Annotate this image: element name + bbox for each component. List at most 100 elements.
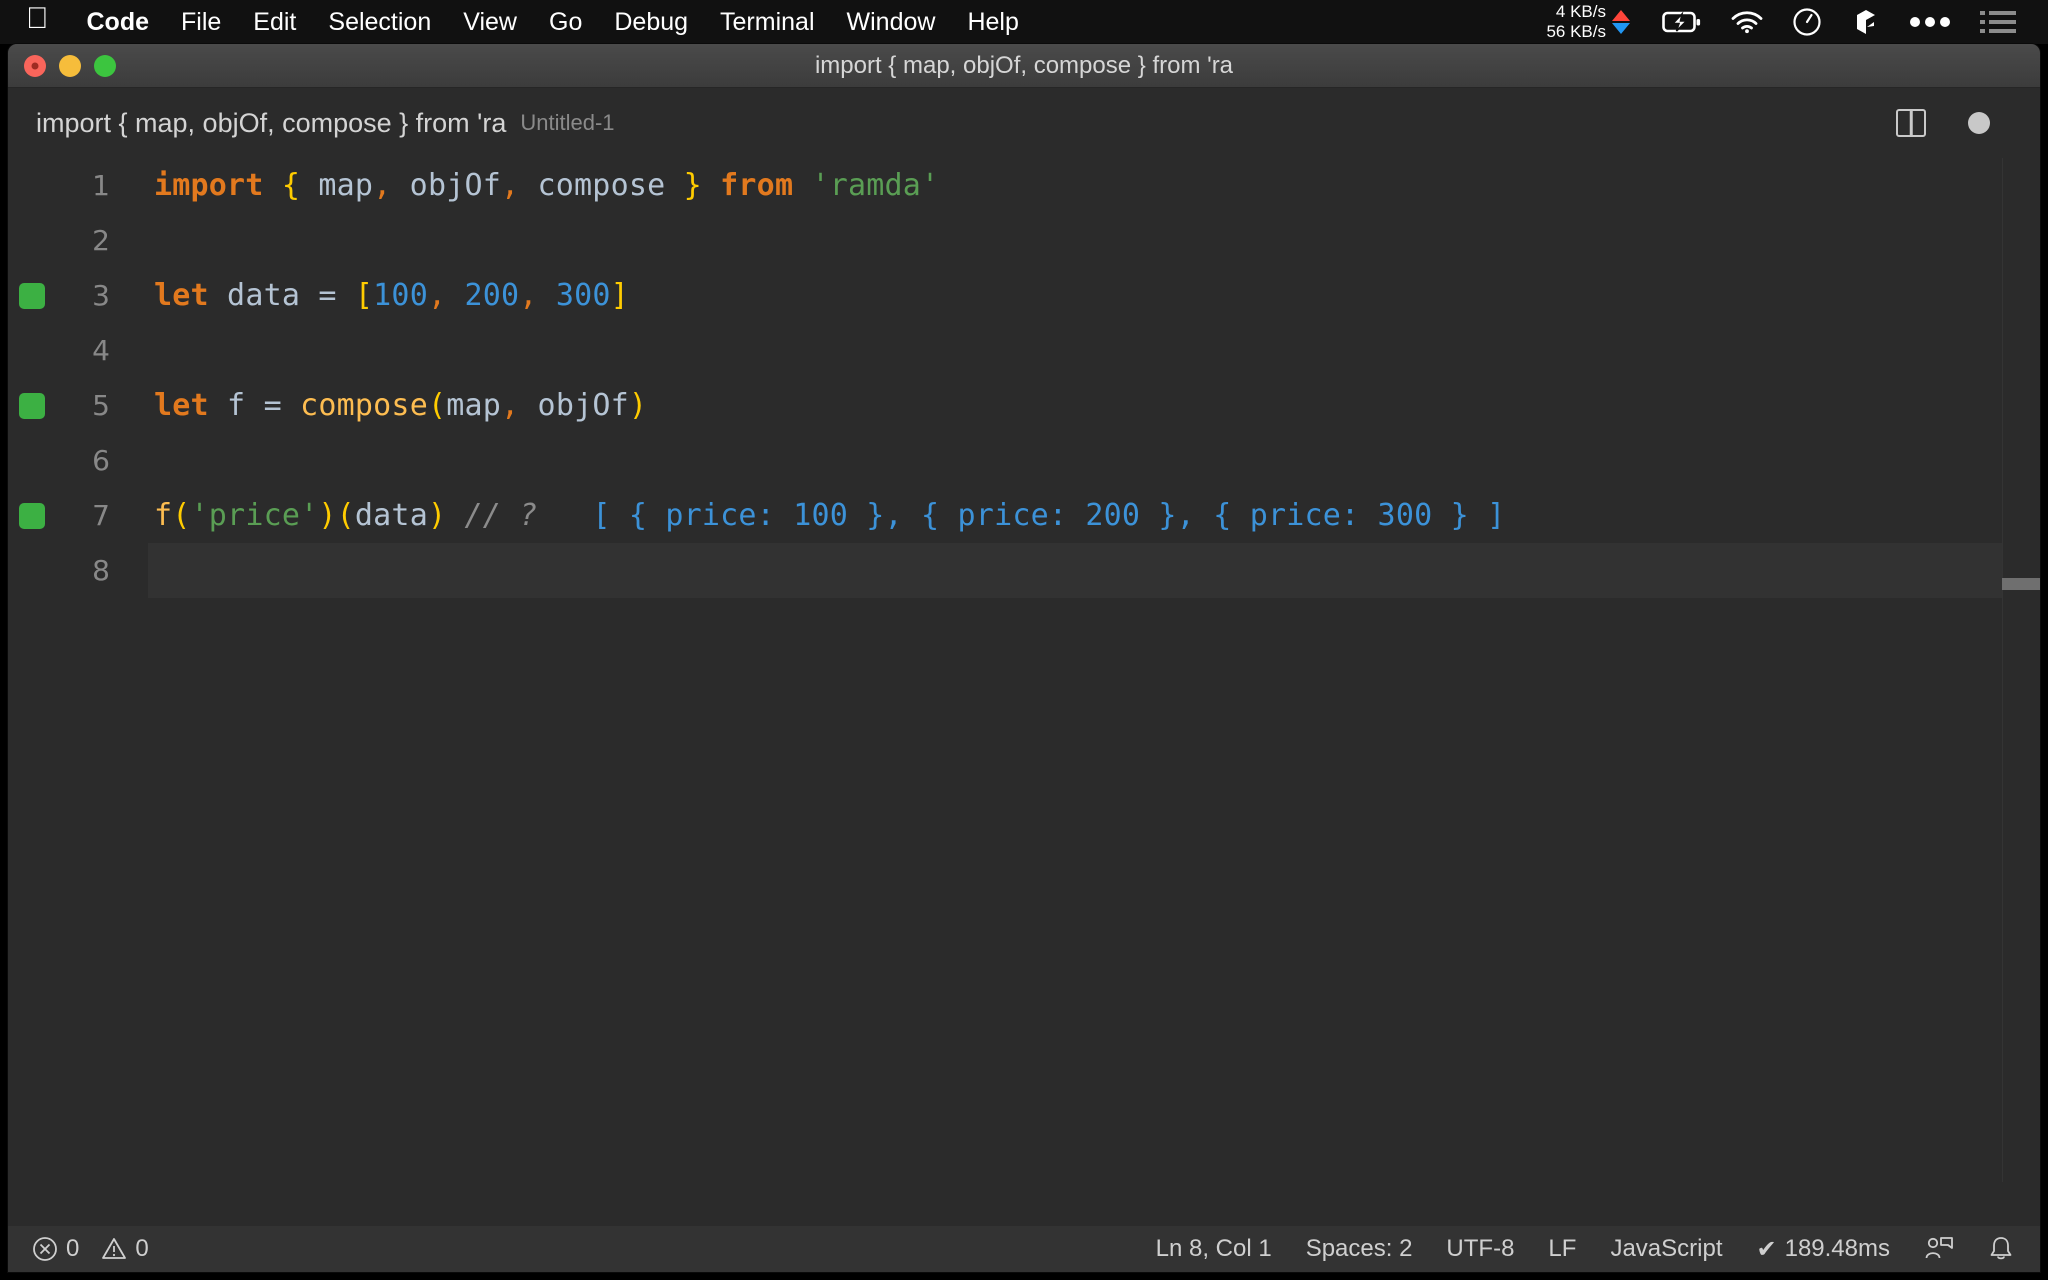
cursor-position[interactable]: Ln 8, Col 1 bbox=[1156, 1235, 1272, 1263]
unsaved-indicator-dot[interactable] bbox=[1968, 112, 1990, 134]
menu-item-help[interactable]: Help bbox=[951, 8, 1034, 37]
code-token: , bbox=[519, 278, 538, 313]
apple-logo-icon[interactable]:  bbox=[26, 4, 49, 34]
gutter-marker-cell[interactable] bbox=[8, 502, 56, 529]
editor-scrollbar[interactable] bbox=[2002, 158, 2040, 1182]
close-button[interactable] bbox=[24, 54, 46, 77]
menu-item-terminal[interactable]: Terminal bbox=[704, 8, 830, 37]
line-number: 1 bbox=[92, 169, 110, 202]
code-editor[interactable]: 1 import { map, objOf, compose } from 'ra… bbox=[8, 158, 2040, 1182]
execution-marker-icon[interactable] bbox=[19, 502, 45, 529]
menu-item-edit[interactable]: Edit bbox=[237, 8, 312, 37]
code-token: data bbox=[354, 498, 428, 533]
gutter-marker-cell[interactable] bbox=[8, 392, 56, 419]
eol-setting[interactable]: LF bbox=[1548, 1235, 1576, 1263]
split-editor-icon[interactable] bbox=[1896, 109, 1926, 137]
code-line[interactable]: 2 bbox=[8, 213, 2040, 268]
line-number: 7 bbox=[92, 499, 110, 532]
line-content[interactable]: let data = [100, 200, 300] bbox=[128, 278, 2040, 313]
macos-menu-bar:  Code File Edit Selection View Go Debug… bbox=[0, 0, 2048, 44]
network-download-speed: 56 KB/s bbox=[1546, 22, 1606, 41]
code-token: // ? bbox=[446, 498, 538, 533]
window-title: import { map, objOf, compose } from 'ra bbox=[814, 51, 1234, 79]
language-mode[interactable]: JavaScript bbox=[1610, 1235, 1722, 1263]
line-number: 2 bbox=[92, 224, 110, 257]
code-line[interactable]: 4 bbox=[8, 323, 2040, 378]
encoding-setting[interactable]: UTF-8 bbox=[1446, 1235, 1514, 1263]
dropbox-icon[interactable] bbox=[1850, 7, 1880, 37]
gutter-marker-cell[interactable] bbox=[8, 282, 56, 309]
code-line[interactable]: 3 let data = [100, 200, 300] bbox=[8, 268, 2040, 323]
battery-charging-icon[interactable] bbox=[1662, 10, 1702, 34]
error-count: 0 bbox=[66, 1235, 80, 1262]
tab-action-buttons bbox=[1896, 109, 2012, 137]
notifications-bell-icon[interactable] bbox=[1988, 1235, 2014, 1263]
menu-item-view[interactable]: View bbox=[447, 8, 533, 37]
warning-count: 0 bbox=[135, 1235, 149, 1262]
zoom-button[interactable] bbox=[94, 54, 116, 77]
code-line[interactable]: 8 bbox=[8, 543, 2040, 598]
code-token: { bbox=[281, 168, 301, 203]
code-token: map bbox=[300, 168, 374, 203]
window-titlebar: import { map, objOf, compose } from 'ra bbox=[8, 44, 2040, 88]
code-token: f bbox=[208, 388, 264, 423]
network-speed-indicator[interactable]: 4 KB/s 56 KB/s bbox=[1546, 2, 1630, 42]
menu-item-go[interactable]: Go bbox=[533, 8, 598, 37]
menu-item-selection[interactable]: Selection bbox=[312, 8, 447, 37]
indentation-setting[interactable]: Spaces: 2 bbox=[1306, 1235, 1413, 1263]
menu-bar-status-area: 4 KB/s 56 KB/s bbox=[1546, 0, 2048, 44]
code-token: = bbox=[263, 388, 282, 423]
code-token: let bbox=[154, 278, 209, 313]
code-token: map bbox=[446, 388, 502, 423]
code-line[interactable]: 1 import { map, objOf, compose } from 'ra… bbox=[8, 158, 2040, 213]
code-token: , bbox=[373, 168, 392, 203]
line-content[interactable]: f('price')(data) // ? [ { price: 100 }, … bbox=[128, 498, 2040, 533]
tab-title[interactable]: import { map, objOf, compose } from 'ra bbox=[36, 108, 506, 139]
minimize-button[interactable] bbox=[59, 54, 81, 77]
code-token: , bbox=[427, 278, 447, 313]
code-token: , bbox=[501, 388, 520, 423]
code-line[interactable]: 7 f('price')(data) // ? [ { price: 100 },… bbox=[8, 488, 2040, 543]
vscode-window: import { map, objOf, compose } from 'ra … bbox=[8, 44, 2040, 1272]
tab-subtitle: Untitled-1 bbox=[520, 110, 615, 135]
code-line[interactable]: 5 let f = compose(map, objOf) bbox=[8, 378, 2040, 433]
wifi-icon[interactable] bbox=[1730, 10, 1764, 34]
download-arrow-icon bbox=[1612, 23, 1630, 34]
line-number: 3 bbox=[92, 279, 110, 312]
code-token: compose bbox=[300, 388, 428, 423]
scrollbar-thumb[interactable] bbox=[2002, 578, 2040, 590]
code-token: [ { price: 100 }, { price: 200 }, { pric… bbox=[537, 498, 1506, 533]
line-number: 5 bbox=[92, 389, 110, 422]
code-token: import bbox=[154, 168, 264, 203]
warning-triangle-icon bbox=[101, 1236, 127, 1262]
ellipsis-icon[interactable] bbox=[1908, 15, 1952, 29]
code-lines-container: 1 import { map, objOf, compose } from 'ra… bbox=[8, 158, 2040, 598]
code-token: ( bbox=[172, 498, 191, 533]
menu-item-debug[interactable]: Debug bbox=[598, 8, 704, 37]
menu-item-code[interactable]: Code bbox=[71, 8, 166, 37]
network-upload-speed: 4 KB/s bbox=[1555, 2, 1606, 21]
code-token: ) bbox=[318, 498, 337, 533]
code-token: 100 bbox=[373, 278, 428, 313]
execution-marker-icon[interactable] bbox=[19, 392, 45, 419]
code-token: ( bbox=[427, 388, 447, 423]
menu-item-file[interactable]: File bbox=[165, 8, 237, 37]
line-number: 4 bbox=[92, 334, 110, 367]
code-line[interactable]: 6 bbox=[8, 433, 2040, 488]
line-content[interactable]: import { map, objOf, compose } from 'ram… bbox=[128, 168, 2040, 203]
clock-icon[interactable] bbox=[1792, 7, 1822, 37]
code-token: data bbox=[208, 278, 319, 313]
editor-tab-strip: import { map, objOf, compose } from 'ra … bbox=[8, 88, 2040, 158]
code-token: [ bbox=[354, 278, 374, 313]
menu-item-window[interactable]: Window bbox=[831, 8, 952, 37]
execution-marker-icon[interactable] bbox=[19, 282, 45, 309]
code-token: compose bbox=[519, 168, 684, 203]
error-status[interactable]: 0 0 bbox=[32, 1235, 149, 1263]
run-time-status[interactable]: ✔ 189.48ms bbox=[1756, 1235, 1890, 1264]
feedback-smiley-icon[interactable] bbox=[1924, 1236, 1954, 1262]
control-center-list-icon[interactable] bbox=[1980, 9, 2016, 35]
line-content[interactable]: let f = compose(map, objOf) bbox=[128, 388, 2040, 423]
